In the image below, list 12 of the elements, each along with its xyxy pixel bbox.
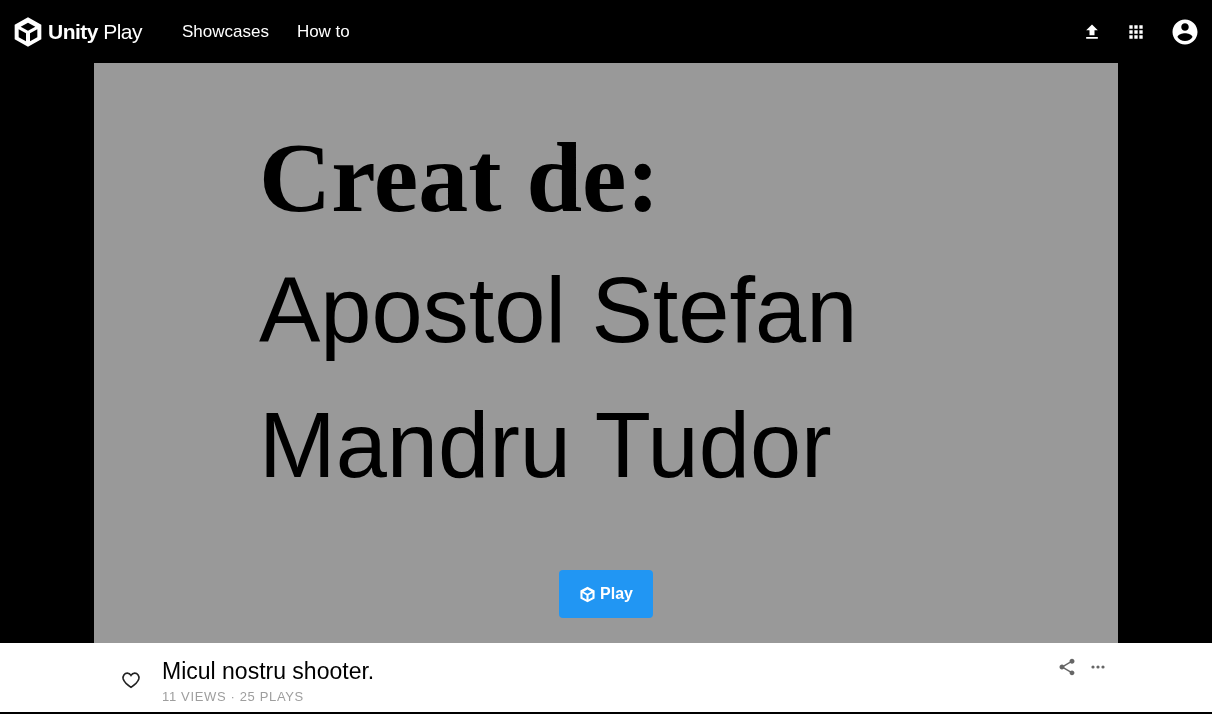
nav-link[interactable]: Showcases	[181, 18, 269, 45]
logo-text[interactable]: Unity Play	[48, 15, 142, 48]
game-title: Micul nostru shooter.	[162, 657, 375, 685]
game-title-text: Mandru Tudor	[259, 393, 833, 498]
nav-link[interactable]: How to	[296, 18, 350, 45]
game-title-text: Apostol Stefan	[259, 258, 859, 363]
unity-icon	[579, 585, 597, 603]
heart-icon[interactable]	[120, 669, 142, 691]
game-title-text: Creat de:	[259, 121, 661, 235]
unity-logo-icon	[12, 15, 44, 48]
stats-text: 11 VIEWS · 25 PLAYS	[162, 688, 305, 706]
share-icon[interactable]	[1057, 657, 1077, 677]
